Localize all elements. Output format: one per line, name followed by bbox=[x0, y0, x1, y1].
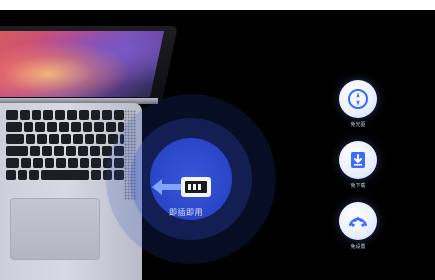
top-strip bbox=[0, 0, 435, 10]
feature-no-download: 免下载 bbox=[336, 141, 380, 189]
hero-scene: 即插即用 免光驱 免下载 免设置 bbox=[0, 10, 435, 280]
install-icon bbox=[339, 202, 377, 240]
usb-drive-icon bbox=[181, 177, 211, 197]
laptop-screen bbox=[0, 31, 165, 97]
compass-icon bbox=[339, 80, 377, 118]
feature-label: 免下载 bbox=[350, 183, 366, 189]
feature-label: 免光驱 bbox=[350, 122, 366, 128]
feature-no-optical-drive: 免光驱 bbox=[336, 80, 380, 128]
download-icon bbox=[339, 141, 377, 179]
feature-label: 免设置 bbox=[350, 244, 366, 250]
trackpad bbox=[10, 198, 100, 260]
feature-no-setup: 免设置 bbox=[336, 202, 380, 250]
arrow-left-icon bbox=[152, 179, 184, 195]
plug-and-play-caption: 即插即用 bbox=[169, 208, 203, 217]
